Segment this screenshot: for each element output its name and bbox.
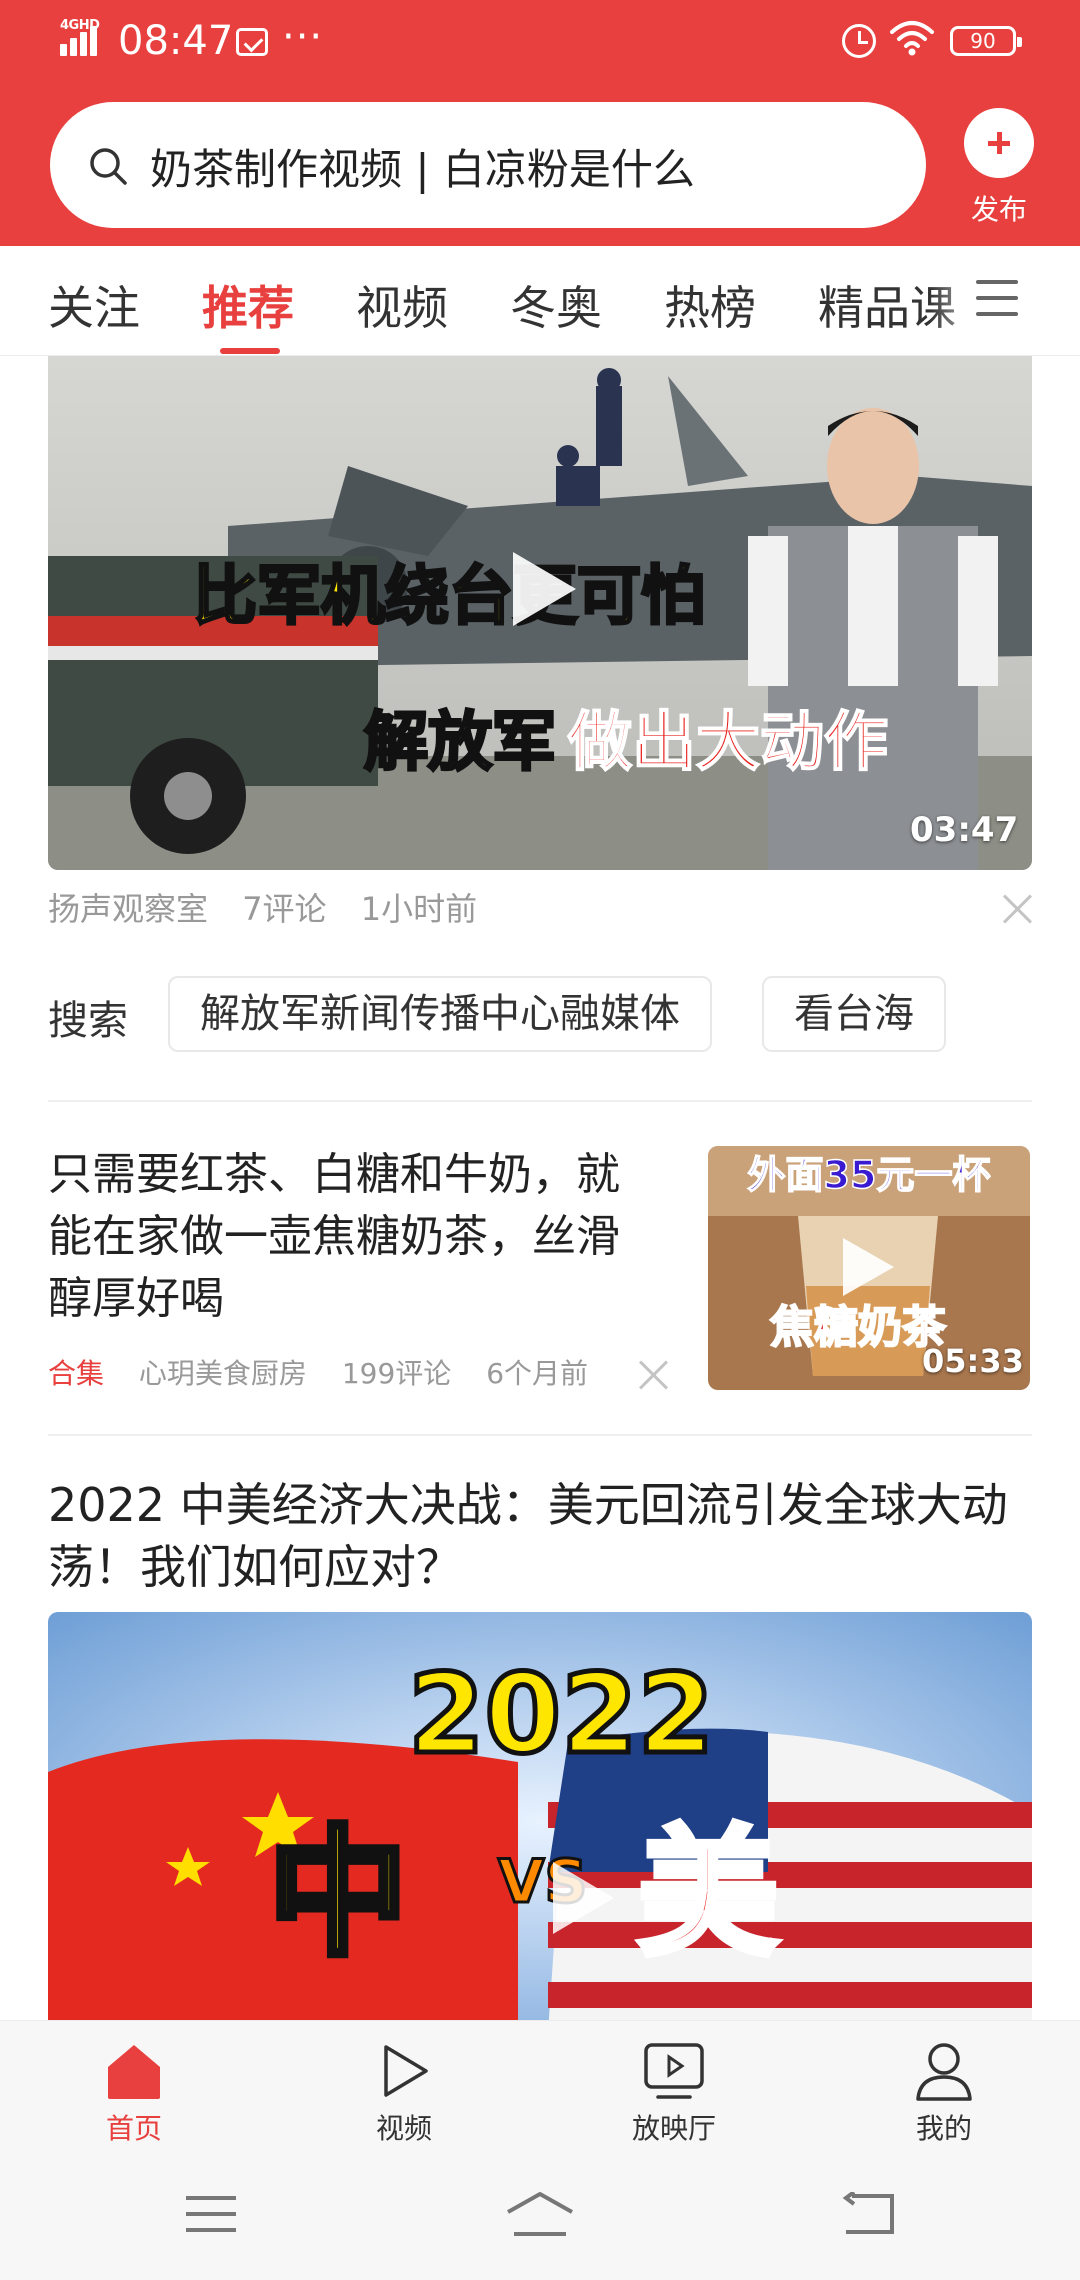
status-time: 08:47 — [118, 18, 234, 64]
publish-button[interactable]: 发布 — [960, 108, 1038, 228]
battery-level: 90 — [970, 29, 996, 53]
nav-home[interactable]: 首页 — [64, 2041, 204, 2151]
video-thumbnail[interactable]: 外面35元一杯 焦糖奶茶 05:33 — [708, 1146, 1030, 1390]
tab-follow[interactable]: 关注 — [48, 272, 140, 338]
status-bar: 4GHD 08:47 ··· 90 — [0, 0, 1080, 82]
overlay-subline-b: 做出大动作 — [567, 706, 888, 780]
divider — [48, 1434, 1032, 1436]
divider — [48, 1100, 1032, 1102]
item-source[interactable]: 心玥美食厨房 — [139, 1357, 307, 1390]
overlay-subline-a: 解放军 — [364, 706, 556, 780]
collection-tag: 合集 — [48, 1357, 105, 1390]
search-chip[interactable]: 解放军新闻传播中心融媒体 — [168, 976, 712, 1052]
thumb-right-text: 美 — [638, 1813, 778, 1976]
nav-label: 放映厅 — [631, 2112, 716, 2145]
item-time: 1小时前 — [360, 890, 478, 928]
nav-label: 视频 — [375, 2112, 432, 2145]
video-thumbnail[interactable]: 2022 中 VS 美 — [48, 1612, 1032, 2020]
video-thumbnail-image: 2022 中 VS 美 — [48, 1612, 1032, 2020]
publish-label: 发布 — [970, 193, 1027, 226]
video-duration: 03:47 — [910, 810, 1019, 850]
item-source[interactable]: 扬声观察室 — [48, 890, 208, 928]
related-search-label: 搜索 — [48, 998, 128, 1044]
item-comments: 199评论 — [341, 1357, 452, 1390]
article-title[interactable]: 只需要红茶、白糖和牛奶，就能在家做一壶焦糖奶茶，丝滑醇厚好喝 — [48, 1144, 648, 1330]
search-bar[interactable]: 奶茶制作视频 | 白凉粉是什么 — [50, 102, 926, 228]
tab-recommended[interactable]: 推荐 — [202, 272, 294, 354]
channel-tabs: 关注 推荐 视频 冬奥 热榜 精品课 — [0, 246, 1080, 356]
app-header: 4GHD 08:47 ··· 90 奶茶制作视频 | 白凉粉是什么 发布 — [0, 0, 1080, 246]
back-icon[interactable] — [842, 2192, 896, 2236]
video-play-icon — [384, 2045, 428, 2097]
menu-icon[interactable] — [184, 2194, 238, 2234]
nav-me[interactable]: 我的 — [874, 2041, 1014, 2151]
message-icon — [236, 28, 268, 56]
plus-icon — [964, 108, 1034, 178]
screen-icon — [644, 2043, 704, 2099]
wifi-icon — [890, 21, 934, 56]
item-time: 6个月前 — [486, 1357, 589, 1390]
thumb-bottom-text: 焦糖奶茶 — [770, 1302, 947, 1353]
video-thumbnail[interactable]: 比军机绕台更可怕 解放军 做出大动作 03:47 — [48, 356, 1032, 870]
search-icon — [90, 148, 127, 185]
tab-winter-olympics[interactable]: 冬奥 — [510, 272, 602, 338]
battery-icon: 90 — [950, 26, 1022, 56]
person-icon — [916, 2043, 972, 2101]
search-chip[interactable]: 看台海 — [762, 976, 946, 1052]
dismiss-icon[interactable] — [638, 1360, 668, 1390]
tab-hot-list[interactable]: 热榜 — [664, 272, 756, 338]
more-notifications: ··· — [282, 14, 324, 60]
article-title[interactable]: 2022 中美经济大决战：美元回流引发全球大动荡！我们如何应对？ — [48, 1474, 1032, 1598]
system-navigation-bar — [0, 2150, 1080, 2280]
cellular-signal-icon: 4GHD — [60, 18, 106, 56]
dismiss-icon[interactable] — [1002, 894, 1032, 924]
channel-menu-icon[interactable] — [976, 278, 1024, 318]
tab-video[interactable]: 视频 — [356, 272, 448, 338]
thumb-top-text: 外面35元一杯 — [748, 1153, 991, 1197]
video-duration: 05:33 — [922, 1342, 1024, 1380]
item-comments: 7评论 — [242, 890, 327, 928]
news-feed: 比军机绕台更可怕 解放军 做出大动作 03:47 扬声观察室 7评论 1小时前 … — [0, 356, 1080, 2020]
bottom-navigation: 首页 视频 放映厅 我的 — [0, 2020, 1080, 2150]
search-suggestion-text: 奶茶制作视频 | 白凉粉是什么 — [150, 145, 695, 194]
nav-video[interactable]: 视频 — [334, 2041, 474, 2151]
nav-label: 首页 — [105, 2112, 162, 2145]
alarm-icon — [842, 24, 876, 58]
nav-cinema[interactable]: 放映厅 — [604, 2041, 744, 2151]
video-thumbnail-image: 比军机绕台更可怕 解放军 做出大动作 — [48, 356, 1032, 870]
overlay-headline: 比军机绕台更可怕 — [193, 560, 705, 634]
item-meta: 合集 心玥美食厨房 199评论 6个月前 — [48, 1352, 614, 1392]
thumb-year: 2022 — [408, 1650, 714, 1778]
item-meta: 扬声观察室 7评论 1小时前 — [48, 884, 501, 930]
home-button-icon[interactable] — [504, 2190, 576, 2238]
home-icon — [108, 2045, 160, 2099]
nav-label: 我的 — [915, 2112, 972, 2145]
thumb-left-text: 中 — [268, 1813, 408, 1976]
